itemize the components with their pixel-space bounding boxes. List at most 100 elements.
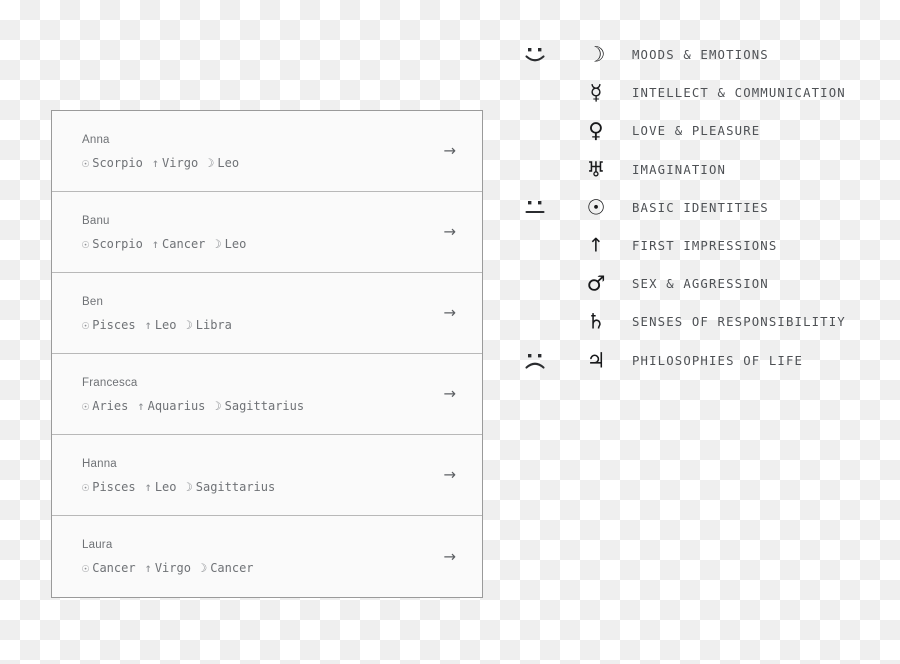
sun-sign: ☉ Pisces <box>82 480 136 494</box>
legend-row: ☿ INTELLECT & COMMUNICATION <box>519 74 894 112</box>
profile-row[interactable]: Laura ☉ Cancer ↑ Virgo ☽ Cancer → <box>52 516 482 597</box>
profile-signs: ☉ Scorpio ↑ Virgo ☽ Leo <box>82 156 482 170</box>
legend-label: MOODS & EMOTIONS <box>632 48 769 63</box>
ascendant-sign: ↑ Virgo <box>152 156 198 170</box>
legend-label: SENSES OF RESPONSIBILITIY <box>632 315 846 330</box>
sun-sign-label: Pisces <box>92 480 136 494</box>
ascendant-glyph-icon: ↑ <box>151 237 160 251</box>
legend-row: ♀ LOVE & PLEASURE <box>519 112 894 150</box>
sun-glyph-icon: ☉ <box>82 480 90 494</box>
profile-list-card: Anna ☉ Scorpio ↑ Virgo ☽ Leo → Banu ☉ Scorpio ↑ Canc… <box>51 110 483 598</box>
profile-name: Ben <box>82 296 104 308</box>
ascendant-sign-label: Virgo <box>162 156 199 170</box>
ascendant-glyph-icon: ↑ <box>151 156 160 170</box>
profile-signs: ☉ Pisces ↑ Leo ☽ Libra <box>82 318 482 332</box>
ascendant-glyph-icon: ↑ <box>144 480 152 494</box>
profile-name: Laura <box>82 539 113 551</box>
profile-row[interactable]: Ben ☉ Pisces ↑ Leo ☽ Libra → <box>52 273 482 354</box>
arrow-right-icon[interactable]: → <box>443 386 456 402</box>
sun-sign: ☉ Scorpio <box>82 156 143 170</box>
ascendant-sign-label: Leo <box>154 480 177 494</box>
legend-row: ↑ FIRST IMPRESSIONS <box>519 227 894 265</box>
legend-row: ♄ SENSES OF RESPONSIBILITIY <box>519 303 894 341</box>
legend-row: ♂ SEX & AGGRESSION <box>519 265 894 303</box>
sad-face-icon <box>519 349 553 373</box>
profile-signs: ☉ Scorpio ↑ Cancer ☽ Leo <box>82 237 482 251</box>
moon-glyph-icon: ☽ <box>185 480 193 494</box>
sun-sign-label: Scorpio <box>92 237 143 251</box>
moon-sign-label: Sagittarius <box>224 399 305 413</box>
legend-label: PHILOSOPHIES OF LIFE <box>632 353 804 368</box>
moon-sign: ☽ Leo <box>207 156 239 170</box>
legend-row: ♃ PHILOSOPHIES OF LIFE <box>519 342 894 380</box>
sun-sign-label: Aries <box>92 399 129 413</box>
arrow-right-icon[interactable]: → <box>443 467 456 483</box>
sun-symbol-icon: ☉ <box>586 195 606 220</box>
profile-row[interactable]: Francesca ☉ Aries ↑ Aquarius ☽ Sagittarius → <box>52 354 482 435</box>
moon-glyph-icon: ☽ <box>207 156 215 170</box>
legend-label: BASIC IDENTITIES <box>632 200 769 215</box>
sun-sign: ☉ Cancer <box>82 561 136 575</box>
happy-face-icon <box>519 43 553 67</box>
mercury-symbol-icon: ☿ <box>589 80 603 105</box>
moon-sign: ☽ Leo <box>214 237 246 251</box>
moon-sign: ☽ Sagittarius <box>214 399 304 413</box>
ascendant-glyph-icon: ↑ <box>137 399 145 413</box>
sun-sign: ☉ Aries <box>82 399 128 413</box>
planet-legend: ☽ MOODS & EMOTIONS ☿ INTELLECT & COMMUNICAT… <box>519 36 894 380</box>
ascendant-glyph-icon: ↑ <box>144 561 152 575</box>
profile-signs: ☉ Pisces ↑ Leo ☽ Sagittarius <box>82 480 482 494</box>
moon-glyph-icon: ☽ <box>199 561 208 575</box>
profile-name: Anna <box>82 134 110 146</box>
ascendant-glyph-icon: ↑ <box>144 318 152 332</box>
legend-label: IMAGINATION <box>632 162 727 177</box>
uranus-symbol-icon: ♅ <box>586 157 606 182</box>
sun-glyph-icon: ☉ <box>82 318 90 332</box>
moon-glyph-icon: ☽ <box>185 318 193 332</box>
moon-sign: ☽ Sagittarius <box>186 480 276 494</box>
sun-glyph-icon: ☉ <box>82 156 90 170</box>
ascendant-sign: ↑ Virgo <box>145 561 191 575</box>
profile-name: Banu <box>82 215 110 227</box>
arrow-right-icon[interactable]: → <box>443 549 456 564</box>
arrow-right-icon[interactable]: → <box>443 305 456 321</box>
sun-glyph-icon: ☉ <box>82 237 90 251</box>
moon-sign: ☽ Libra <box>186 318 232 332</box>
jupiter-symbol-icon: ♃ <box>586 348 606 373</box>
ascendant-sign-label: Cancer <box>162 237 206 251</box>
ascendant-sign: ↑ Leo <box>145 318 177 332</box>
moon-symbol-icon: ☽ <box>586 42 606 67</box>
legend-row: ♅ IMAGINATION <box>519 151 894 189</box>
moon-glyph-icon: ☽ <box>214 399 222 413</box>
ascendant-symbol-icon: ↑ <box>588 234 604 257</box>
ascendant-sign: ↑ Cancer <box>152 237 206 251</box>
ascendant-sign: ↑ Leo <box>145 480 177 494</box>
arrow-right-icon[interactable]: → <box>443 224 456 240</box>
venus-symbol-icon: ♀ <box>588 118 604 143</box>
sun-sign: ☉ Pisces <box>82 318 136 332</box>
legend-label: LOVE & PLEASURE <box>632 124 761 139</box>
profile-row[interactable]: Anna ☉ Scorpio ↑ Virgo ☽ Leo → <box>52 111 482 192</box>
ascendant-sign-label: Leo <box>154 318 177 332</box>
sun-sign-label: Scorpio <box>92 156 143 170</box>
moon-sign-label: Leo <box>217 156 240 170</box>
sun-sign-label: Cancer <box>92 561 136 575</box>
profile-row[interactable]: Banu ☉ Scorpio ↑ Cancer ☽ Leo → <box>52 192 482 273</box>
legend-label: FIRST IMPRESSIONS <box>632 239 778 254</box>
sun-sign-label: Pisces <box>92 318 136 332</box>
legend-label: INTELLECT & COMMUNICATION <box>632 86 846 101</box>
legend-row: ☽ MOODS & EMOTIONS <box>519 36 894 74</box>
profile-signs: ☉ Cancer ↑ Virgo ☽ Cancer <box>82 561 482 575</box>
ascendant-sign: ↑ Aquarius <box>137 399 205 413</box>
legend-label: SEX & AGGRESSION <box>632 277 769 292</box>
moon-sign-label: Leo <box>224 237 247 251</box>
profile-row[interactable]: Hanna ☉ Pisces ↑ Leo ☽ Sagittarius → <box>52 435 482 516</box>
profile-signs: ☉ Aries ↑ Aquarius ☽ Sagittarius <box>82 399 482 413</box>
sun-glyph-icon: ☉ <box>82 399 90 413</box>
ascendant-sign-label: Virgo <box>154 561 191 575</box>
moon-glyph-icon: ☽ <box>214 237 222 251</box>
arrow-right-icon[interactable]: → <box>443 143 456 159</box>
legend-row: ☉ BASIC IDENTITIES <box>519 189 894 227</box>
profile-name: Hanna <box>82 458 117 470</box>
neutral-face-icon <box>519 196 553 220</box>
